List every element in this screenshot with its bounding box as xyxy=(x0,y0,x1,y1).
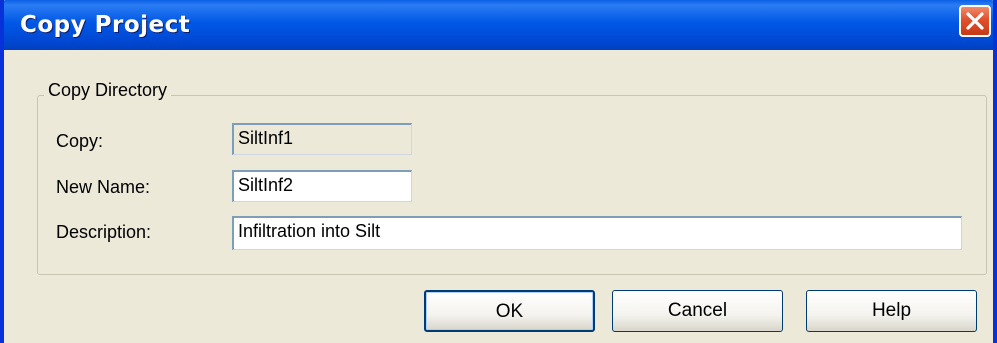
copy-project-dialog: Copy Project Copy Directory Copy: SiltIn… xyxy=(0,0,997,343)
ok-button[interactable]: OK xyxy=(424,290,595,332)
copy-label: Copy: xyxy=(56,131,104,151)
new-name-label: New Name: xyxy=(56,177,151,197)
close-button[interactable] xyxy=(959,5,991,37)
description-input[interactable]: Infiltration into Silt xyxy=(232,216,962,250)
close-icon xyxy=(966,12,984,30)
cancel-button[interactable]: Cancel xyxy=(612,290,783,332)
dialog-title: Copy Project xyxy=(20,12,191,38)
group-legend: Copy Directory xyxy=(44,80,172,101)
copy-field: SiltInf1 xyxy=(232,123,412,155)
new-name-input[interactable]: SiltInf2 xyxy=(232,170,412,202)
description-label: Description: xyxy=(56,222,152,242)
help-button[interactable]: Help xyxy=(806,290,977,332)
title-bar[interactable]: Copy Project xyxy=(4,0,993,50)
